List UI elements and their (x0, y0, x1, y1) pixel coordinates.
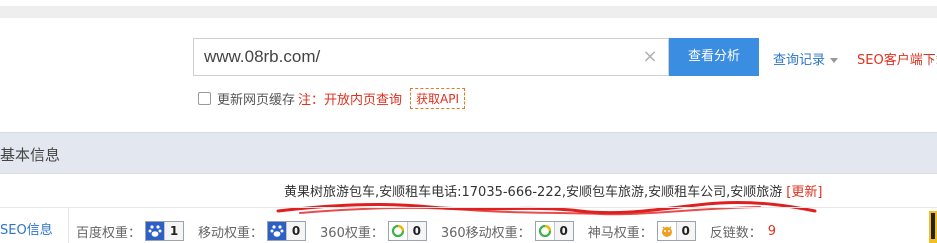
backlinks-label: 反链数： (709, 225, 762, 241)
metric-shenma-weight: 神马权重： 0 (588, 221, 696, 241)
metric-badge[interactable]: 0 (387, 221, 427, 241)
column-divider (68, 208, 69, 243)
top-banner-strip (0, 6, 937, 18)
row-divider (0, 207, 937, 208)
edge-ad-fragment-inner (931, 213, 935, 239)
query-history-dropdown[interactable]: 查询记录 (773, 49, 839, 68)
metric-label: 360权重： (320, 225, 384, 241)
metric-360-mobile-weight: 360移动权重： 0 (441, 221, 574, 241)
metric-label: 百度权重： (76, 225, 142, 241)
metric-badge[interactable]: 0 (656, 221, 696, 241)
inner-page-note: 注：开放内页查询 (298, 92, 403, 108)
seo-metrics-row: 百度权重： 1 移动权重： 0 360权重： 0 360移动权重： 0 神马权重… (76, 221, 790, 241)
update-keywords-link[interactable]: [更新] (786, 185, 822, 200)
basic-info-header: 基本信息 (0, 132, 937, 174)
search-input[interactable] (204, 45, 624, 69)
metric-value: 0 (287, 222, 306, 240)
update-cache-checkbox[interactable] (198, 91, 211, 105)
metric-label: 神马权重： (587, 225, 653, 241)
metric-value: 0 (676, 222, 695, 240)
get-api-button[interactable]: 获取API (410, 87, 466, 109)
seo-info-label[interactable]: SEO信息 (0, 219, 53, 238)
metric-value: 0 (407, 222, 426, 240)
analyze-button[interactable]: 查看分析 (669, 38, 759, 76)
metric-value: 1 (165, 222, 184, 240)
metric-mobile-weight: 移动权重： 0 (198, 221, 307, 241)
360-ring-icon (535, 222, 555, 240)
metric-value: 0 (554, 222, 573, 240)
cache-options-row: 更新网页缓存 注：开放内页查询 获取API (198, 87, 466, 109)
360-ring-icon (388, 222, 408, 240)
metric-backlinks: 反链数： 9 (710, 222, 776, 241)
baidu-paw-icon (268, 222, 288, 240)
metric-badge[interactable]: 0 (267, 221, 307, 241)
section-title: 基本信息 (0, 146, 61, 164)
metric-label: 360移动权重： (440, 225, 531, 241)
backlinks-value[interactable]: 9 (768, 224, 776, 239)
caret-down-icon (830, 58, 839, 63)
update-cache-label[interactable]: 更新网页缓存 (217, 89, 295, 108)
seo-client-download-link[interactable]: SEO客户端下载 (857, 49, 937, 68)
metric-baidu-weight: 百度权重： 1 (76, 221, 185, 241)
metric-badge[interactable]: 0 (534, 221, 574, 241)
close-icon[interactable]: × (640, 47, 660, 67)
metric-label: 移动权重： (198, 225, 264, 241)
site-keywords-text: 黄果树旅游包车,安顺租车电话:17035-666-222,安顺包车旅游,安顺租车… (284, 185, 783, 200)
metric-badge[interactable]: 1 (145, 221, 185, 241)
shenma-icon (657, 222, 677, 240)
metric-360-weight: 360权重： 0 (320, 221, 427, 241)
baidu-paw-icon (146, 222, 166, 240)
site-keywords-row: 黄果树旅游包车,安顺租车电话:17035-666-222,安顺包车旅游,安顺租车… (284, 181, 822, 200)
query-history-label: 查询记录 (773, 53, 826, 68)
search-box[interactable]: × (193, 38, 669, 76)
